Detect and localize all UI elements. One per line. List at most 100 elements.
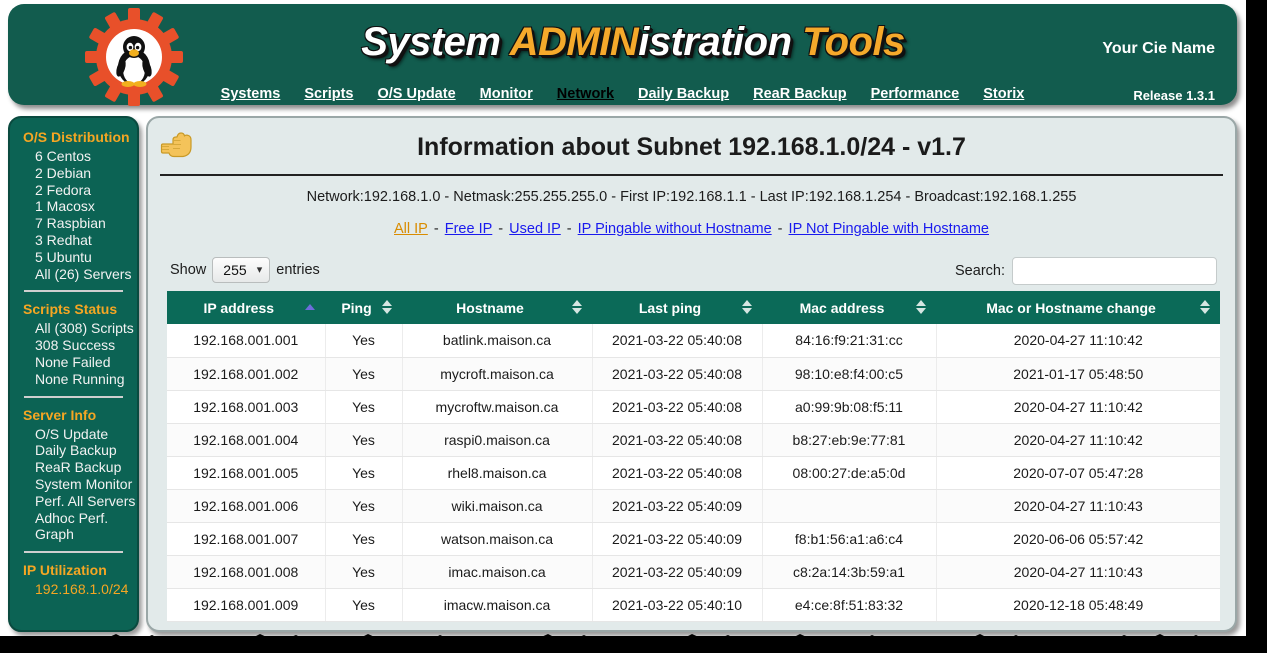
column-header-mac-or-hostname-change[interactable]: Mac or Hostname change bbox=[936, 291, 1220, 324]
sidebar-heading-o-s-distribution: O/S Distribution bbox=[23, 129, 130, 145]
sidebar-item-3-redhat[interactable]: 3 Redhat bbox=[14, 232, 133, 249]
page-length-select[interactable]: 255 ▾ bbox=[212, 257, 271, 283]
nav-item-storix[interactable]: Storix bbox=[983, 86, 1024, 102]
main-panel: Information about Subnet 192.168.1.0/24 … bbox=[146, 116, 1237, 632]
sidebar-item-all-26-servers[interactable]: All (26) Servers bbox=[14, 266, 133, 283]
cell-mac-or-hostname-change: 2020-04-27 11:10:42 bbox=[936, 390, 1220, 424]
nav-item-scripts[interactable]: Scripts bbox=[304, 86, 353, 102]
cell-hostname: mycroft.maison.ca bbox=[402, 357, 593, 391]
sidebar-heading-server-info: Server Info bbox=[23, 406, 97, 423]
cell-last-ping: 2021-03-22 05:40:09 bbox=[592, 555, 763, 589]
nav-item-o-s-update[interactable]: O/S Update bbox=[377, 86, 455, 102]
table-row[interactable]: 192.168.001.005 Yes rhel8.maison.ca 2021-03… bbox=[167, 456, 1220, 490]
cell-mac-address: a0:99:9b:08:f5:11 bbox=[762, 390, 937, 424]
table-row[interactable]: 192.168.001.001 Yes batlink.maison.ca 2021-… bbox=[167, 324, 1220, 358]
table-header-row: IP address Ping Hostname Last ping Mac addre… bbox=[167, 291, 1220, 324]
column-header-label: IP address bbox=[203, 299, 275, 316]
cell-mac-address bbox=[762, 489, 937, 523]
show-label: Show bbox=[170, 261, 207, 278]
cell-last-ping: 2021-03-22 05:40:08 bbox=[592, 456, 763, 490]
sidebar-item-o-s-update[interactable]: O/S Update bbox=[14, 426, 133, 443]
sidebar-item-graph[interactable]: Graph bbox=[14, 526, 133, 543]
cell-mac-address: b8:27:eb:9e:77:81 bbox=[762, 423, 937, 457]
column-header-label: Mac address bbox=[799, 299, 885, 316]
nav-item-daily-backup[interactable]: Daily Backup bbox=[638, 86, 729, 102]
cell-hostname: imac.maison.ca bbox=[402, 555, 593, 589]
nav-item-performance[interactable]: Performance bbox=[871, 86, 960, 102]
cell-ip-address: 192.168.001.004 bbox=[167, 423, 326, 457]
column-header-label: Ping bbox=[341, 299, 372, 316]
cell-ping: Yes bbox=[325, 555, 403, 589]
nav-item-systems[interactable]: Systems bbox=[221, 86, 281, 102]
column-header-label: Last ping bbox=[638, 299, 702, 316]
link-separator: - bbox=[494, 221, 508, 237]
app-title: System ADMINistration Tools bbox=[268, 16, 998, 68]
column-header-ip-address[interactable]: IP address bbox=[167, 291, 326, 324]
table-row[interactable]: 192.168.001.008 Yes imac.maison.ca 2021-03-… bbox=[167, 555, 1220, 589]
sidebar-item-1-macosx[interactable]: 1 Macosx bbox=[14, 198, 133, 215]
cell-mac-or-hostname-change: 2021-01-17 05:48:50 bbox=[936, 357, 1220, 391]
cell-last-ping: 2021-03-22 05:40:08 bbox=[592, 324, 763, 358]
table-row[interactable]: 192.168.001.009 Yes imacw.maison.ca 2021-03… bbox=[167, 588, 1220, 622]
filter-link-used-ip[interactable]: Used IP bbox=[509, 221, 561, 237]
filter-link-all-ip[interactable]: All IP bbox=[394, 221, 428, 237]
entries-label: entries bbox=[276, 261, 320, 278]
sidebar-divider bbox=[24, 290, 123, 293]
cell-ip-address: 192.168.001.008 bbox=[167, 555, 326, 589]
sidebar-item-perf-all-servers[interactable]: Perf. All Servers bbox=[14, 493, 135, 510]
cell-mac-or-hostname-change: 2020-04-27 11:10:43 bbox=[936, 555, 1220, 589]
search-input[interactable] bbox=[1012, 257, 1217, 285]
sidebar-item-2-debian[interactable]: 2 Debian bbox=[14, 165, 133, 182]
cell-ip-address: 192.168.001.005 bbox=[167, 456, 326, 490]
cell-ping: Yes bbox=[325, 489, 403, 523]
table-row[interactable]: 192.168.001.004 Yes raspi0.maison.ca 2021-0… bbox=[167, 423, 1220, 457]
sidebar-item-5-ubuntu[interactable]: 5 Ubuntu bbox=[14, 249, 133, 266]
sidebar-item-7-raspbian[interactable]: 7 Raspbian bbox=[14, 215, 133, 232]
nav-item-monitor[interactable]: Monitor bbox=[480, 86, 533, 102]
sidebar-divider bbox=[24, 395, 123, 398]
cell-ip-address: 192.168.001.007 bbox=[167, 522, 326, 556]
column-header-ping[interactable]: Ping bbox=[325, 291, 403, 324]
cell-ip-address: 192.168.001.002 bbox=[167, 357, 326, 391]
ip-table-scroll[interactable]: IP address Ping Hostname Last ping Mac addre… bbox=[167, 291, 1220, 630]
sidebar-item-308-success[interactable]: 308 Success bbox=[14, 337, 133, 354]
table-row[interactable]: 192.168.001.002 Yes mycroft.maison.ca 2021-… bbox=[167, 357, 1220, 391]
table-row[interactable]: 192.168.001.007 Yes watson.maison.ca 2021-0… bbox=[167, 522, 1220, 556]
cell-mac-address: 98:10:e8:f4:00:c5 bbox=[762, 357, 937, 391]
sidebar-item-none-running[interactable]: None Running bbox=[14, 371, 133, 388]
filter-link-ip-not-pingable-with-hostname[interactable]: IP Not Pingable with Hostname bbox=[789, 221, 989, 237]
sidebar-item-adhoc-perf-[interactable]: Adhoc Perf. bbox=[14, 510, 133, 527]
sidebar-item-rear-backup[interactable]: ReaR Backup bbox=[14, 459, 133, 476]
column-header-hostname[interactable]: Hostname bbox=[402, 291, 593, 324]
sidebar-item-192-168-1-0-24[interactable]: 192.168.1.0/24 bbox=[14, 581, 133, 598]
sidebar-item-none-failed[interactable]: None Failed bbox=[14, 354, 133, 371]
link-separator: - bbox=[773, 221, 787, 237]
sidebar-item-system-monitor[interactable]: System Monitor bbox=[14, 476, 133, 493]
sidebar-item-daily-backup[interactable]: Daily Backup bbox=[14, 442, 133, 459]
cell-mac-or-hostname-change: 2020-04-27 11:10:42 bbox=[936, 324, 1220, 358]
cell-ip-address: 192.168.001.006 bbox=[167, 489, 326, 523]
sidebar: O/S Distribution 6 Centos 2 Debian 2 Fedora… bbox=[8, 116, 139, 632]
sort-both-icon bbox=[741, 299, 752, 316]
sidebar-item-2-fedora[interactable]: 2 Fedora bbox=[14, 182, 133, 199]
sidebar-item-6-centos[interactable]: 6 Centos bbox=[14, 148, 133, 165]
cell-ping: Yes bbox=[325, 357, 403, 391]
sidebar-heading-scripts-status: Scripts Status bbox=[23, 301, 118, 318]
page-length-control: Show 255 ▾ entries bbox=[170, 257, 320, 283]
sidebar-item-all-308-scripts[interactable]: All (308) Scripts bbox=[14, 320, 134, 337]
nav-item-network[interactable]: Network bbox=[557, 86, 614, 102]
cell-last-ping: 2021-03-22 05:40:08 bbox=[592, 423, 763, 457]
filter-link-free-ip[interactable]: Free IP bbox=[445, 221, 493, 237]
link-separator: - bbox=[562, 221, 576, 237]
main-navigation: Systems Scripts O/S Update Monitor Network Da… bbox=[8, 85, 1237, 103]
nav-item-rear-backup[interactable]: ReaR Backup bbox=[753, 86, 846, 102]
column-header-mac-address[interactable]: Mac address bbox=[762, 291, 937, 324]
chevron-down-icon: ▾ bbox=[256, 264, 263, 276]
column-header-last-ping[interactable]: Last ping bbox=[592, 291, 763, 324]
app-title-part-3: istration bbox=[638, 20, 803, 64]
table-row[interactable]: 192.168.001.003 Yes mycroftw.maison.ca 2021… bbox=[167, 390, 1220, 424]
filter-link-ip-pingable-without-hostname[interactable]: IP Pingable without Hostname bbox=[578, 221, 772, 237]
cell-ip-address: 192.168.001.001 bbox=[167, 324, 326, 358]
table-row[interactable]: 192.168.001.006 Yes wiki.maison.ca 2021-03-… bbox=[167, 489, 1220, 523]
search-label: Search: bbox=[955, 262, 1005, 279]
